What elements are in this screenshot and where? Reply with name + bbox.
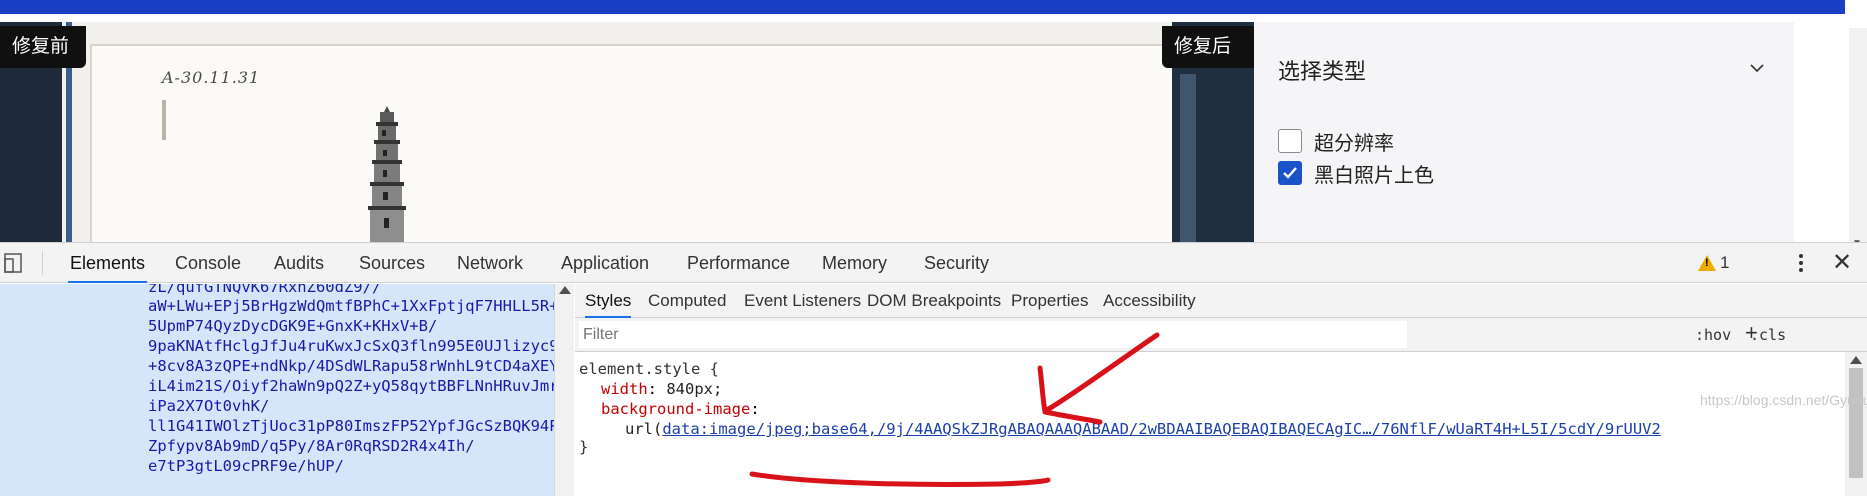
option-label: 超分辨率: [1314, 132, 1394, 155]
styles-tabbar: Styles Computed Event Listeners DOM Brea…: [575, 284, 1867, 318]
warning-icon: !: [1698, 255, 1716, 271]
pagoda-image: [368, 106, 406, 242]
checkbox-unchecked[interactable]: [1278, 129, 1302, 153]
tab-console[interactable]: Console: [173, 243, 243, 283]
background-image-declaration[interactable]: background-image:: [601, 400, 760, 418]
page-scrollbar[interactable]: [1849, 28, 1867, 242]
url-function: url(: [625, 420, 663, 438]
devtools-tabbar: Elements Console Audits Sources Network …: [0, 243, 1867, 283]
option-label: 黑白照片上色: [1314, 164, 1434, 187]
tab-application[interactable]: Application: [559, 243, 651, 283]
tab-elements[interactable]: Elements: [68, 243, 148, 283]
check-icon: [1283, 167, 1297, 179]
data-url-link[interactable]: data:image/jpeg;base64,/9j/4AAQSkZJRgABA…: [662, 420, 1661, 438]
rule-close-brace: }: [579, 438, 589, 456]
close-devtools-icon[interactable]: ✕: [1832, 249, 1852, 277]
code-line: Zpfypv8Ab9mD/q5Py/8Ar0RqRSD2R4x4Ih/: [148, 437, 475, 455]
watermark: https://blog.csdn.net/Gyuau: [1700, 392, 1867, 408]
tab-memory[interactable]: Memory: [820, 243, 889, 283]
property-name: background-image: [601, 400, 751, 418]
after-image-strip: [1180, 74, 1196, 242]
elements-tree[interactable]: zL/qufGTNQvK67RxnZ60dZ9// aW+LWu+EPj5BrH…: [0, 284, 554, 496]
code-line: iPa2X7Ot0vhK/: [148, 397, 270, 415]
warning-counter[interactable]: ! 1: [1698, 253, 1729, 273]
tab-audits[interactable]: Audits: [272, 243, 326, 283]
tab-dom-breakpoints[interactable]: DOM Breakpoints: [867, 284, 1001, 318]
photo-caption: A-30.11.31: [162, 68, 261, 87]
styles-scrollbar[interactable]: [1845, 352, 1867, 496]
device-toolbar-icon[interactable]: [4, 253, 22, 273]
new-rule-button[interactable]: +: [1745, 320, 1758, 346]
more-options-icon[interactable]: [1796, 251, 1806, 275]
scroll-up-icon[interactable]: [1850, 356, 1862, 364]
filter-input[interactable]: [579, 321, 1407, 348]
background-image-value[interactable]: url(data:image/jpeg;base64,/9j/4AAQSkZJR…: [625, 420, 1661, 438]
tab-security[interactable]: Security: [922, 243, 991, 283]
tab-properties[interactable]: Properties: [1011, 284, 1088, 318]
checkbox-checked[interactable]: [1278, 161, 1302, 185]
photo-compare-image[interactable]: A-30.11.31: [62, 22, 1254, 242]
web-page: A-30.11.31 修复前 修复后 选择类型 超分辨率 黑白照片上色: [0, 14, 1867, 242]
before-label: 修复前: [0, 26, 86, 68]
devtools-panel: Elements Console Audits Sources Network …: [0, 242, 1867, 496]
code-line: zL/qufGTNQvK67RxnZ60dZ9//: [148, 284, 382, 296]
option-super-resolution[interactable]: 超分辨率: [1278, 128, 1394, 155]
tab-accessibility[interactable]: Accessibility: [1103, 284, 1196, 318]
code-line: aW+LWu+EPj5BrHgzWdQmtfBPhC+1XxFptjqF7HHL…: [148, 297, 554, 315]
scrollbar-thumb[interactable]: [1849, 368, 1863, 478]
property-value: 840px;: [666, 380, 723, 398]
tab-sources[interactable]: Sources: [357, 243, 427, 283]
code-line: +8cv8A3zQPE+ndNkp/4DSdWLRapu58rWnhL9tCD4…: [148, 357, 554, 375]
code-line: e7tP3gtL09cPRF9e/hUP/: [148, 457, 344, 475]
code-line: 5UpmP74QyzDycDGK9E+GnxK+KHxV+B/: [148, 317, 438, 335]
code-line: iL4im21S/Oiyf2haWn9pQ2Z+yQ58qytBBFLNnHRu…: [148, 377, 554, 395]
warning-count: 1: [1720, 253, 1730, 272]
after-label: 修复后: [1162, 26, 1254, 68]
element-style-rule[interactable]: element.style { width: 840px; background…: [575, 352, 1843, 496]
chevron-down-icon[interactable]: [1749, 60, 1765, 76]
tab-event-listeners[interactable]: Event Listeners: [744, 284, 861, 318]
tab-computed[interactable]: Computed: [648, 284, 726, 318]
width-declaration[interactable]: width: 840px;: [601, 380, 722, 398]
scroll-up-icon[interactable]: [559, 286, 571, 294]
photo-mark: [162, 100, 166, 140]
option-colorize[interactable]: 黑白照片上色: [1278, 160, 1434, 187]
tab-network[interactable]: Network: [455, 243, 525, 283]
tab-performance[interactable]: Performance: [685, 243, 792, 283]
code-line: 9paKNAtfHclgJfJu4ruKwxJcSxQ3fln995E0UJli…: [148, 337, 554, 355]
page-top-bar-gap: [1845, 0, 1867, 14]
rule-selector: element.style {: [579, 360, 719, 378]
screenshot-root: A-30.11.31 修复前 修复后 选择类型 超分辨率 黑白照片上色 Elem…: [0, 0, 1867, 496]
styles-filter-bar: :hov .cls +: [575, 318, 1867, 352]
hov-toggle[interactable]: :hov: [1695, 326, 1731, 344]
type-options-panel: 选择类型 超分辨率 黑白照片上色: [1254, 22, 1794, 242]
property-name: width: [601, 380, 648, 398]
tab-separator: [42, 251, 43, 275]
tab-styles[interactable]: Styles: [585, 284, 632, 318]
elements-scrollbar[interactable]: [554, 284, 574, 496]
code-line: ll1G41IWOlzTjUoc31pP80ImszFP52YpfJGcSzBQ…: [148, 417, 554, 435]
styles-sidebar: Styles Computed Event Listeners DOM Brea…: [575, 284, 1867, 496]
options-title: 选择类型: [1278, 59, 1367, 84]
page-top-bar: [0, 0, 1845, 14]
